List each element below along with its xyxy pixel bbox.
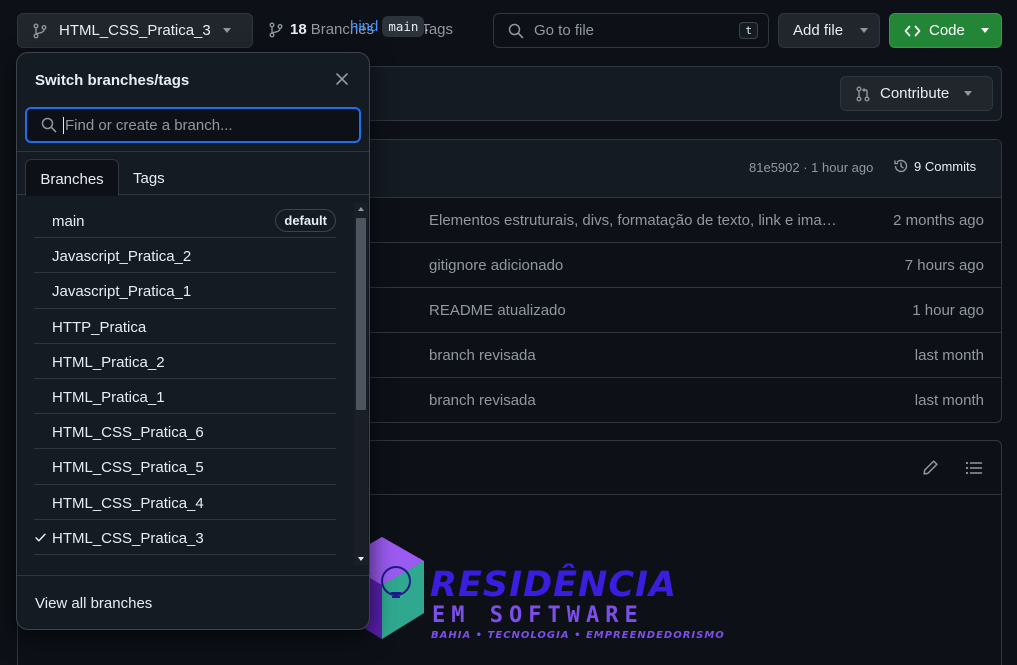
close-icon[interactable] — [334, 71, 350, 87]
latest-commit-info[interactable]: 81e5902 · 1 hour ago — [749, 160, 873, 175]
branch-item[interactable]: HTML_CSS_Pratica_5 — [34, 449, 336, 485]
residencia-logo: RESIDÊNCIA EM SOFTWARE BAHIA • TECNOLOGI… — [336, 535, 724, 645]
branch-item[interactable]: HTTP_Pratica — [34, 309, 336, 344]
logo-subtitle: EM SOFTWARE — [432, 603, 644, 628]
git-pull-request-icon — [855, 86, 871, 102]
commit-age: last month — [914, 392, 984, 409]
commit-age: 1 hour ago — [912, 302, 984, 319]
scroll-up-arrow-icon[interactable] — [358, 207, 364, 211]
history-icon — [893, 158, 909, 174]
tab-branches[interactable]: Branches — [25, 159, 119, 196]
code-icon — [904, 23, 921, 39]
branch-selector-button[interactable]: HTML_CSS_Pratica_3 — [17, 13, 253, 48]
divider — [17, 151, 369, 152]
branch-item[interactable]: HTML_CSS_Pratica_4 — [34, 485, 336, 520]
chevron-down-icon — [980, 28, 989, 33]
chevron-down-icon — [860, 28, 869, 33]
go-to-file-placeholder: Go to file — [534, 22, 595, 39]
default-badge: default — [275, 209, 336, 232]
branch-item-label: HTML_CSS_Pratica_6 — [52, 424, 204, 442]
chevron-down-icon — [964, 91, 973, 96]
commit-message[interactable]: README atualizado — [429, 302, 566, 319]
logo-title: RESIDÊNCIA — [430, 565, 678, 605]
branch-status-text: hind main. — [350, 16, 429, 37]
code-button[interactable]: Code — [889, 13, 1002, 48]
branch-list: main default Javascript_Pratica_2 Javasc… — [34, 203, 336, 555]
branch-list-scrollbar[interactable] — [354, 203, 368, 565]
branch-item-label: HTML_CSS_Pratica_4 — [52, 494, 204, 512]
commit-message[interactable]: Elementos estruturais, divs, formatação … — [429, 212, 837, 229]
behind-link[interactable]: hind — [350, 18, 378, 35]
logo-tagline: BAHIA • TECNOLOGIA • EMPREENDEDORISMO — [431, 630, 725, 641]
branch-selector-label: HTML_CSS_Pratica_3 — [59, 22, 211, 39]
tab-tags[interactable]: Tags — [133, 159, 165, 196]
branch-item-label: Javascript_Pratica_1 — [52, 283, 192, 301]
add-file-button[interactable]: Add file — [778, 13, 880, 48]
commits-count-label: 9 Commits — [914, 158, 977, 174]
commit-age: 2 months ago — [893, 212, 984, 229]
branch-item-label: HTML_Pratica_2 — [52, 353, 165, 371]
branch-item-label: HTTP_Pratica — [52, 318, 147, 336]
branch-item[interactable]: Javascript_Pratica_2 — [34, 238, 336, 274]
git-branch-icon — [268, 22, 284, 38]
scrollbar-thumb[interactable] — [356, 218, 366, 410]
divider — [17, 575, 369, 576]
search-icon — [508, 23, 524, 39]
code-label: Code — [929, 22, 965, 39]
text-cursor — [63, 116, 64, 134]
branch-item-selected[interactable]: HTML_CSS_Pratica_3 — [34, 520, 336, 555]
chevron-down-icon — [222, 28, 231, 33]
commit-message[interactable]: branch revisada — [429, 347, 536, 364]
commit-age: 7 hours ago — [904, 257, 984, 274]
commit-message[interactable]: gitignore adicionado — [429, 257, 563, 274]
dropdown-title: Switch branches/tags — [35, 72, 190, 89]
go-to-file-input[interactable]: Go to file t — [493, 13, 769, 48]
branch-item-label: main — [52, 213, 85, 230]
contribute-label: Contribute — [880, 85, 950, 102]
shortcut-key: t — [739, 22, 758, 39]
banner-period: . — [424, 18, 429, 35]
switch-branches-dropdown: Switch branches/tags Find or create a br… — [16, 52, 370, 630]
pencil-icon[interactable] — [922, 459, 939, 476]
commits-link[interactable]: 9 Commits — [893, 158, 976, 174]
branch-item[interactable]: HTML_Pratica_2 — [34, 344, 336, 379]
list-unordered-icon[interactable] — [965, 460, 983, 476]
search-icon — [41, 117, 57, 133]
branch-item[interactable]: Javascript_Pratica_1 — [34, 273, 336, 309]
branch-item-label: HTML_CSS_Pratica_5 — [52, 459, 204, 477]
branch-search-placeholder: Find or create a branch... — [65, 116, 233, 134]
branch-item-label: HTML_Pratica_1 — [52, 388, 165, 406]
branches-count: 18 — [290, 21, 307, 38]
branch-search-input[interactable]: Find or create a branch... — [25, 107, 361, 143]
branch-item-label: Javascript_Pratica_2 — [52, 248, 192, 266]
commit-age: last month — [914, 347, 984, 364]
branch-item-main[interactable]: main default — [34, 203, 336, 239]
contribute-button[interactable]: Contribute — [840, 76, 993, 111]
branch-item[interactable]: HTML_CSS_Pratica_6 — [34, 414, 336, 450]
branch-item-label: HTML_CSS_Pratica_3 — [52, 529, 204, 547]
branch-item[interactable]: HTML_Pratica_1 — [34, 379, 336, 415]
commit-message[interactable]: branch revisada — [429, 392, 536, 409]
git-branch-icon — [32, 23, 48, 39]
add-file-label: Add file — [793, 22, 844, 39]
view-all-branches-link[interactable]: View all branches — [35, 595, 152, 612]
dropdown-tabs: Branches Tags — [17, 159, 369, 196]
check-icon — [34, 531, 47, 544]
branch-code: main — [382, 16, 425, 37]
scroll-down-arrow-icon[interactable] — [358, 557, 364, 561]
